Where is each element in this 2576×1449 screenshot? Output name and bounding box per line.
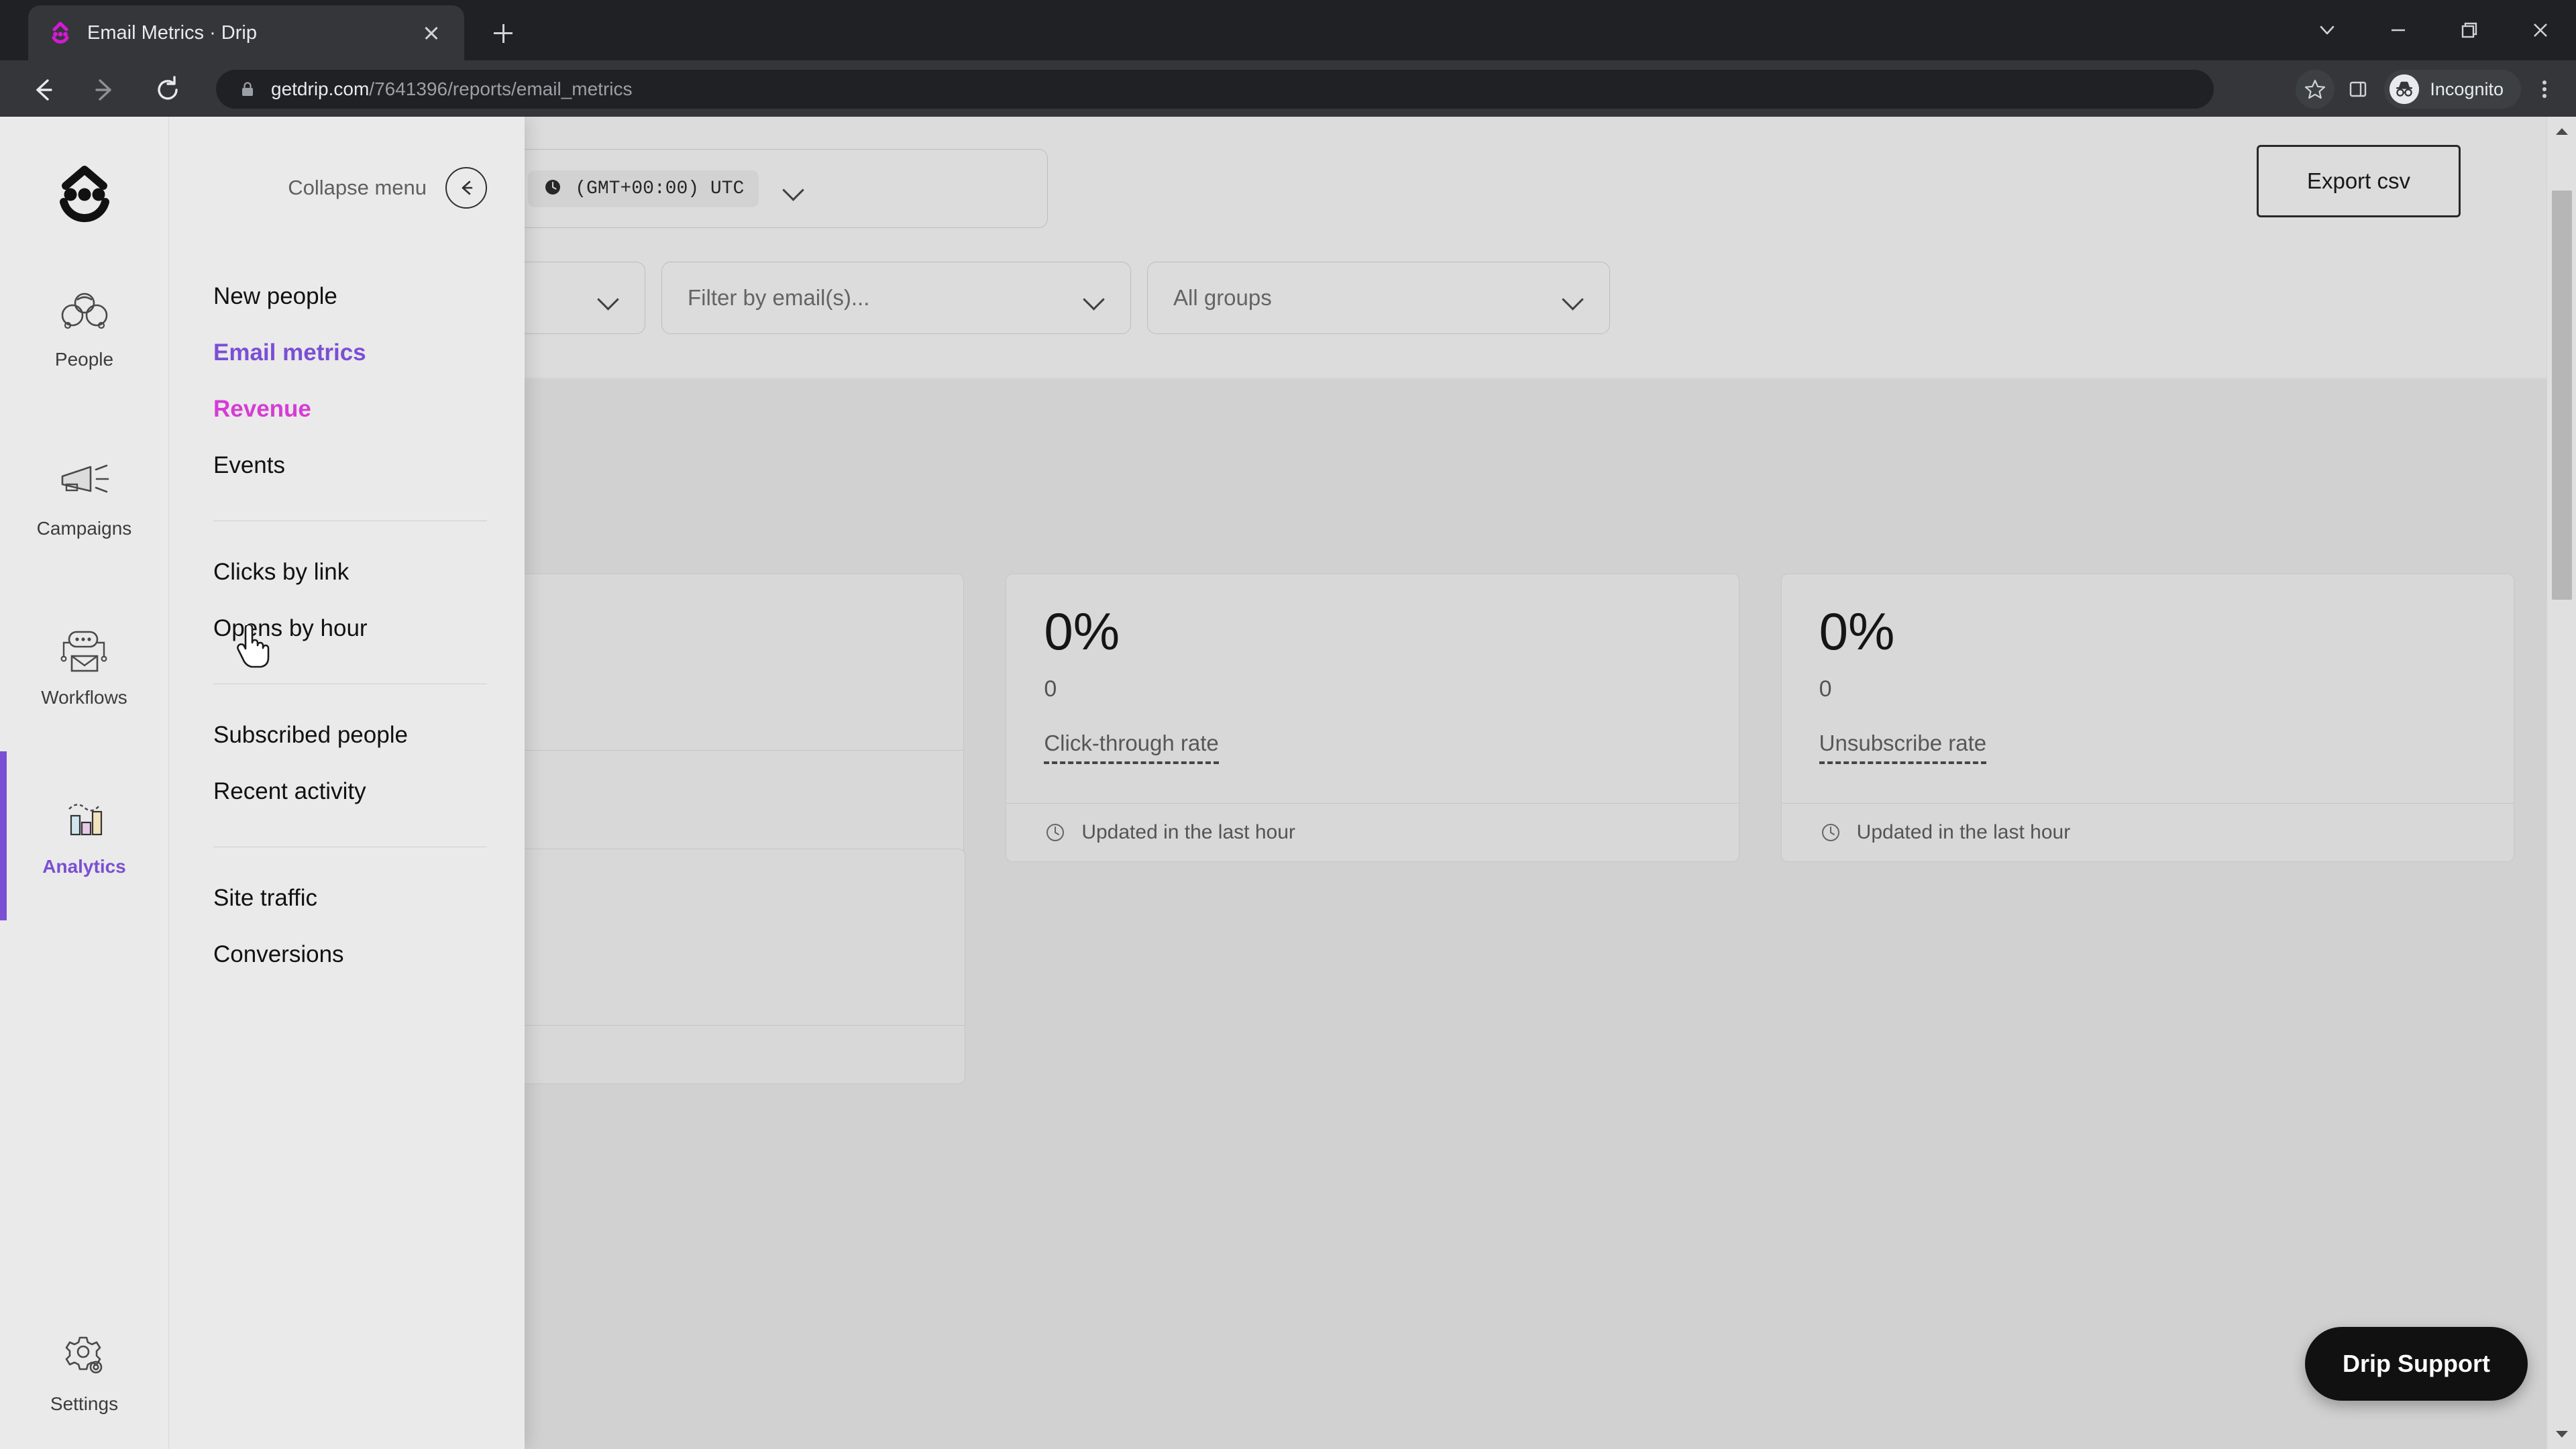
sidebar-item-campaigns[interactable]: Campaigns <box>0 413 168 582</box>
drip-logo-icon[interactable] <box>0 153 168 227</box>
forward-arrow-icon[interactable] <box>87 72 122 107</box>
browser-tab[interactable]: Email Metrics · Drip <box>28 5 464 60</box>
flyout-list: New people Email metrics Revenue Events … <box>213 268 487 983</box>
restore-button[interactable] <box>2434 0 2505 60</box>
lock-icon <box>239 80 256 98</box>
toolbar-actions: Incognito <box>2296 70 2564 109</box>
flyout-item-site-traffic[interactable]: Site traffic <box>213 870 487 926</box>
url-path: /7641396/reports/email_metrics <box>369 78 633 99</box>
reload-icon[interactable] <box>150 72 185 107</box>
incognito-avatar-icon <box>2390 74 2420 104</box>
sidebar-item-people[interactable]: People <box>0 244 168 413</box>
drip-support-button[interactable]: Drip Support <box>2305 1327 2528 1401</box>
scrollbar-thumb[interactable] <box>2552 191 2572 600</box>
new-tab-button[interactable] <box>484 15 522 52</box>
minimize-button[interactable] <box>2363 0 2434 60</box>
sidebar-item-label: Analytics <box>42 856 126 877</box>
flyout-item-events[interactable]: Events <box>213 437 487 494</box>
flyout-item-recent-activity[interactable]: Recent activity <box>213 763 487 820</box>
scroll-down-arrow-icon[interactable] <box>2547 1419 2576 1449</box>
flyout-item-clicks-by-link[interactable]: Clicks by link <box>213 544 487 600</box>
page-scrollbar[interactable] <box>2546 117 2576 1449</box>
arrow-left-icon[interactable] <box>445 167 487 209</box>
tab-strip: Email Metrics · Drip <box>0 0 2576 60</box>
people-icon <box>54 287 115 339</box>
incognito-indicator[interactable]: Incognito <box>2384 70 2521 109</box>
collapse-menu-label: Collapse menu <box>288 176 427 199</box>
address-bar[interactable]: getdrip.com/7641396/reports/email_metric… <box>216 70 2214 109</box>
primary-nav-rail: People Campaigns Workflows Analytics Set… <box>0 117 169 1449</box>
sidebar-item-workflows[interactable]: Workflows <box>0 582 168 751</box>
url-host: getdrip.com <box>271 78 370 99</box>
collapse-menu-row[interactable]: Collapse menu <box>169 161 525 215</box>
browser-window: Email Metrics · Drip getdrip.com/7641396… <box>0 0 2576 1449</box>
kebab-menu-icon[interactable] <box>2525 70 2564 109</box>
close-icon[interactable] <box>416 17 447 48</box>
back-arrow-icon[interactable] <box>25 72 60 107</box>
analytics-flyout-menu: Collapse menu New people Email metrics R… <box>169 117 525 1449</box>
side-panel-icon[interactable] <box>2339 70 2377 109</box>
flyout-item-opens-by-hour[interactable]: Opens by hour <box>213 600 487 657</box>
page-viewport: , 2023 — Dec 13, 2023 (GMT+00:00) UTC Ex… <box>0 117 2576 1449</box>
scroll-up-arrow-icon[interactable] <box>2547 117 2576 146</box>
tab-title: Email Metrics · Drip <box>87 21 257 44</box>
drip-logo-icon <box>46 18 75 48</box>
incognito-label: Incognito <box>2430 78 2504 99</box>
star-icon[interactable] <box>2296 70 2335 109</box>
bar-chart-icon <box>54 794 115 847</box>
sidebar-item-analytics[interactable]: Analytics <box>0 751 168 920</box>
tab-search-button[interactable] <box>2292 0 2363 60</box>
url-text: getdrip.com/7641396/reports/email_metric… <box>271 78 633 100</box>
rail-items: People Campaigns Workflows Analytics <box>0 244 168 920</box>
window-controls <box>2292 0 2576 60</box>
sidebar-item-label: People <box>54 349 114 370</box>
sidebar-item-label: Workflows <box>41 687 127 708</box>
flyout-item-revenue[interactable]: Revenue <box>213 381 487 437</box>
flyout-item-new-people[interactable]: New people <box>213 268 487 325</box>
close-window-button[interactable] <box>2505 0 2576 60</box>
sidebar-item-label: Settings <box>50 1393 119 1414</box>
flyout-item-email-metrics[interactable]: Email metrics <box>213 325 487 381</box>
gear-icon <box>54 1328 115 1384</box>
sidebar-item-label: Campaigns <box>36 518 132 539</box>
flyout-item-subscribed-people[interactable]: Subscribed people <box>213 707 487 763</box>
megaphone-icon <box>54 456 115 508</box>
sidebar-item-settings[interactable]: Settings <box>0 1311 168 1432</box>
workflow-icon <box>54 625 115 678</box>
flyout-item-conversions[interactable]: Conversions <box>213 926 487 983</box>
browser-toolbar: getdrip.com/7641396/reports/email_metric… <box>0 60 2576 117</box>
